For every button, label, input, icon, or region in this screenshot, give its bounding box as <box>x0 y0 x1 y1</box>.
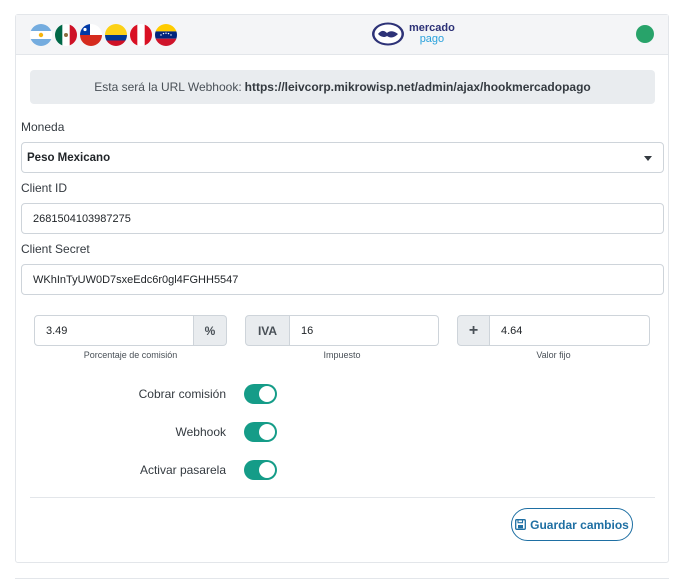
commission-input[interactable]: 3.49 <box>34 315 194 346</box>
commission-value: 3.49 <box>46 324 68 337</box>
brand-pago: pago <box>419 33 445 45</box>
currency-label: Moneda <box>21 120 65 134</box>
mexico-flag-icon[interactable] <box>55 24 77 46</box>
client-id-label: Client ID <box>21 181 68 195</box>
save-changes-button[interactable]: Guardar cambios <box>511 508 633 541</box>
caret-down-icon <box>644 156 652 161</box>
webhook-url: https://leivcorp.mikrowisp.net/admin/aja… <box>244 80 591 94</box>
client-id-input[interactable]: 2681504103987275 <box>21 203 664 234</box>
toggle-row-gateway: Activar pasarela <box>16 460 668 482</box>
mercadopago-settings-card: mercado pago Esta será la URL Webhook: h… <box>15 14 669 563</box>
chile-flag-icon[interactable] <box>80 24 102 46</box>
percent-addon: % <box>194 315 227 346</box>
webhook-toggle[interactable] <box>244 422 277 442</box>
currency-select[interactable]: Peso Mexicano <box>21 142 664 173</box>
commission-group: 3.49 % <box>34 315 227 346</box>
status-indicator <box>636 25 654 43</box>
save-button-label: Guardar cambios <box>530 517 629 532</box>
venezuela-flag-icon[interactable] <box>155 24 177 46</box>
tax-caption: Impuesto <box>323 350 361 360</box>
divider <box>30 497 655 498</box>
webhook-prefix: Esta será la URL Webhook: <box>94 80 242 94</box>
gateway-toggle[interactable] <box>244 460 277 480</box>
iva-addon: IVA <box>245 315 290 346</box>
tax-value: 16 <box>301 324 314 337</box>
colombia-flag-icon[interactable] <box>105 24 127 46</box>
toggle-knob <box>259 462 275 478</box>
toggle-label-webhook: Webhook <box>175 425 226 439</box>
floppy-disk-icon <box>515 519 527 530</box>
commission-caption: Porcentaje de comisión <box>83 350 178 360</box>
toggle-row-commission: Cobrar comisión <box>16 384 668 406</box>
toggle-knob <box>259 424 275 440</box>
fixed-input[interactable]: 4.64 <box>490 315 650 346</box>
tax-group: IVA 16 <box>245 315 439 346</box>
currency-value: Peso Mexicano <box>27 151 111 164</box>
client-id-value: 2681504103987275 <box>33 212 131 225</box>
card-header: mercado pago <box>16 15 668 55</box>
handshake-icon <box>372 22 404 46</box>
mercadopago-logo: mercado pago <box>371 21 455 47</box>
toggle-knob <box>259 386 275 402</box>
fixed-caption: Valor fijo <box>536 350 571 360</box>
fixed-value: 4.64 <box>501 324 523 337</box>
toggle-label-commission: Cobrar comisión <box>138 387 226 401</box>
webhook-url-alert: Esta será la URL Webhook: https://leivco… <box>30 70 655 104</box>
argentina-flag-icon[interactable] <box>30 24 52 46</box>
peru-flag-icon[interactable] <box>130 24 152 46</box>
country-flags <box>30 24 177 46</box>
footer-divider <box>15 578 669 579</box>
commission-toggle[interactable] <box>244 384 277 404</box>
tax-input[interactable]: 16 <box>290 315 439 346</box>
client-secret-label: Client Secret <box>21 242 90 256</box>
toggle-row-webhook: Webhook <box>16 422 668 444</box>
client-secret-input[interactable]: WKhInTyUW0D7sxeEdc6r0gl4FGHH5547 <box>21 264 664 295</box>
fixed-group: + 4.64 <box>457 315 650 346</box>
client-secret-value: WKhInTyUW0D7sxeEdc6r0gl4FGHH5547 <box>33 273 239 286</box>
toggle-label-gateway: Activar pasarela <box>139 463 226 477</box>
plus-addon: + <box>457 315 490 346</box>
